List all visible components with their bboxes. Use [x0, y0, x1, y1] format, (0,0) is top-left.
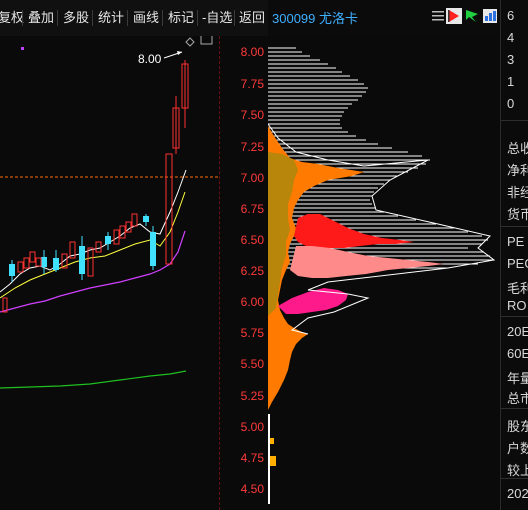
- candle: [79, 246, 85, 274]
- price-tick: 5.75: [240, 326, 264, 340]
- toolbar-separator: [22, 10, 23, 26]
- toolbar-separator: [197, 10, 198, 26]
- price-tick: 5.50: [240, 357, 264, 371]
- candle: [105, 236, 111, 244]
- panel-divider: [501, 316, 528, 317]
- toolbar-back-button[interactable]: 返回: [237, 8, 267, 28]
- info-label: 年量: [507, 371, 528, 386]
- price-axis: 8.00 7.75 7.50 7.25 7.00 6.75 6.50 6.25 …: [220, 36, 268, 510]
- info-label: PEG: [507, 256, 528, 271]
- candle: [87, 247, 94, 277]
- toolbar-overlay-button[interactable]: 叠加: [26, 8, 56, 28]
- info-number: 3: [507, 52, 515, 67]
- stock-title: 300099 尤洛卡: [272, 11, 358, 26]
- chart-toolbar: 复权 叠加 多股 统计 画线 标记 -自选 返回: [0, 0, 268, 36]
- info-number: 6: [507, 8, 515, 23]
- price-tick: 7.75: [240, 77, 264, 91]
- candle: [41, 257, 47, 267]
- marker-dot: [21, 47, 24, 50]
- price-tick: 6.00: [240, 295, 264, 309]
- chip-bottom-line: [268, 414, 270, 504]
- price-tick: 4.75: [240, 451, 264, 465]
- price-tick: 6.50: [240, 233, 264, 247]
- candle: [29, 251, 36, 263]
- flag-play-icon[interactable]: [446, 8, 462, 24]
- chip-red-region: [294, 214, 414, 248]
- menu-lines-icon[interactable]: [430, 8, 446, 24]
- candle: [9, 264, 15, 276]
- toolbar-remove-watchlist-button[interactable]: -自选: [200, 8, 234, 28]
- price-tick: 7.50: [240, 108, 264, 122]
- right-info-panel: 6 4 3 1 0 总收 净利 非经 货币 PE PEG 毛利 RO 20E 6…: [500, 0, 528, 510]
- info-label: 较上: [507, 463, 528, 478]
- candle: [95, 241, 102, 253]
- candle: [23, 257, 30, 269]
- info-number: 1: [507, 74, 515, 89]
- info-label: RO: [507, 298, 527, 313]
- ma10-line: [0, 191, 186, 299]
- ma250-line: [0, 370, 187, 389]
- info-label: 60E: [507, 346, 528, 361]
- arrow-flag-icon[interactable]: [464, 8, 480, 24]
- toolbar-separator: [234, 10, 235, 26]
- price-tick: 6.75: [240, 202, 264, 216]
- window-toggle-icon[interactable]: [200, 36, 213, 45]
- price-tick: 7.25: [240, 140, 264, 154]
- candle: [53, 258, 59, 270]
- price-tick: 8.00: [240, 45, 264, 59]
- candles: [2, 60, 189, 313]
- info-label: 户数: [507, 441, 528, 456]
- chip-panel-header: 300099 尤洛卡: [268, 0, 500, 36]
- price-tick: 4.50: [240, 482, 264, 496]
- info-label: 总市: [507, 391, 528, 406]
- price-tick: 7.00: [240, 171, 264, 185]
- info-label: 货币: [507, 207, 528, 222]
- panel-divider: [501, 226, 528, 227]
- info-label: 净利: [507, 163, 528, 178]
- price-tick: 6.25: [240, 264, 264, 278]
- toolbar-draw-line-button[interactable]: 画线: [131, 8, 161, 28]
- info-number: 4: [507, 30, 515, 45]
- toolbar-multistock-button[interactable]: 多股: [61, 8, 91, 28]
- panel-divider: [501, 120, 528, 121]
- info-label: 非经: [507, 185, 528, 200]
- chip-pink-region: [290, 246, 444, 278]
- panel-divider: [501, 408, 528, 409]
- candle: [143, 216, 149, 222]
- kline-chart[interactable]: [0, 36, 220, 510]
- panel-divider: [501, 478, 528, 479]
- info-label: 股东: [507, 419, 528, 434]
- candle: [35, 257, 42, 267]
- high-price-annotation: 8.00: [138, 52, 162, 66]
- info-label: 202: [507, 486, 528, 501]
- toolbar-stats-button[interactable]: 统计: [96, 8, 126, 28]
- info-label: 20E: [507, 324, 528, 339]
- chip-distribution[interactable]: [268, 36, 500, 510]
- price-tick: 5.00: [240, 420, 264, 434]
- toolbar-separator: [162, 10, 163, 26]
- toolbar-separator: [127, 10, 128, 26]
- info-label: 总收: [507, 141, 528, 156]
- toolbar-separator: [92, 10, 93, 26]
- info-label: PE: [507, 234, 525, 249]
- toolbar-mark-button[interactable]: 标记: [166, 8, 196, 28]
- info-label: 毛利: [507, 281, 528, 296]
- diamond-marker-icon[interactable]: [185, 37, 195, 47]
- info-number: 0: [507, 96, 515, 111]
- candle: [131, 213, 138, 227]
- toolbar-separator: [57, 10, 58, 26]
- candle: [17, 261, 24, 273]
- price-tick: 5.25: [240, 389, 264, 403]
- grid-chart-icon[interactable]: [482, 8, 498, 24]
- candle: [150, 232, 156, 266]
